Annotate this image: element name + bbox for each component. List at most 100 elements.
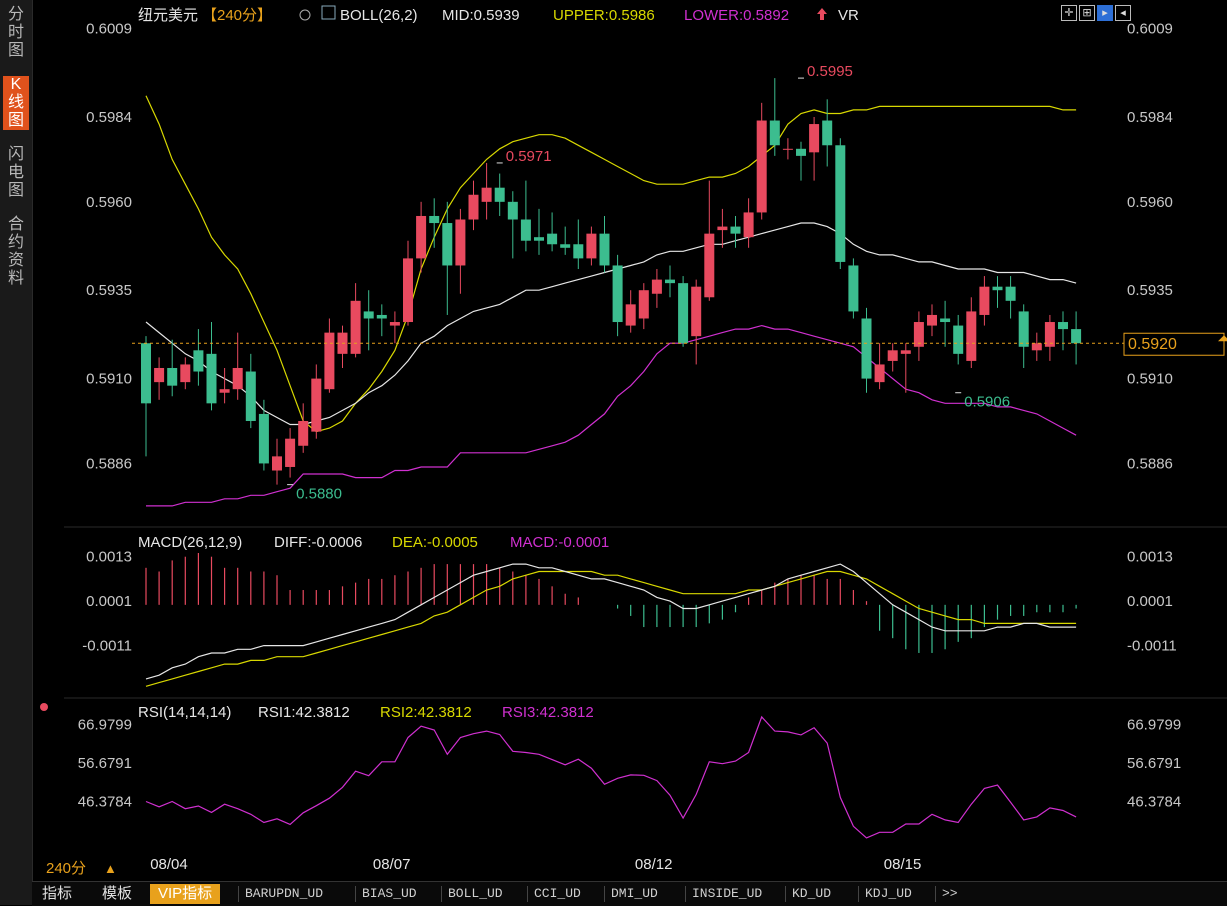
candle-up <box>389 322 400 326</box>
period-label: 【240分】 <box>202 7 272 24</box>
annotation-label: 0.5906 <box>964 394 1010 411</box>
candle-down <box>376 314 387 319</box>
candle-down <box>612 265 623 323</box>
candle-down <box>1018 311 1029 347</box>
candle-up <box>455 219 466 266</box>
candle-down <box>494 187 505 202</box>
candle-down <box>167 367 178 386</box>
bottom-tab-4[interactable]: BIAS_UD <box>362 884 417 904</box>
macd-title: MACD(26,12,9) <box>138 534 242 551</box>
candle-down <box>769 120 780 146</box>
bottom-tab-5[interactable]: BOLL_UD <box>448 884 503 904</box>
candle-down <box>796 148 806 156</box>
y-tick-label-left: 0.5910 <box>86 371 132 388</box>
period-button: 240分 <box>46 860 86 877</box>
candle-up <box>756 120 767 213</box>
rsi3-value: RSI3:42.3812 <box>502 704 594 721</box>
zoom-in-icon[interactable]: ▸ <box>1097 5 1113 21</box>
left-tab-2[interactable]: 闪电图 <box>3 146 29 200</box>
left-tab-0[interactable]: 分时图 <box>3 6 29 60</box>
zoom-out-icon[interactable]: ◂ <box>1115 5 1131 21</box>
bottom-tab-2[interactable]: VIP指标 <box>150 884 221 904</box>
symbol-title: 纽元美元 <box>138 7 198 24</box>
kline-chart[interactable]: 0.6009 0.6009 0.5984 0.5984 0.5960 0.5960 0.59… <box>32 0 1227 878</box>
tab-separator <box>441 886 442 902</box>
candle-down <box>258 413 269 464</box>
macd-diff-line <box>145 563 1077 680</box>
y-tick-label-right: 0.5935 <box>1127 282 1173 299</box>
macd-y-tick-left: -0.0011 <box>82 638 132 655</box>
macd-y-tick-right: -0.0011 <box>1127 638 1177 655</box>
indicator-tab-bar: 指标 模板 VIP指标 BARUPDN_UD BIAS_UD BOLL_UD CCI_UD D… <box>32 881 1227 906</box>
candle-down <box>1058 322 1068 330</box>
indicator-icon[interactable] <box>321 5 336 20</box>
rsi-title: RSI(14,14,14) <box>138 704 231 721</box>
candle-up <box>704 233 715 298</box>
rsi-y-tick-right: 56.6791 <box>1127 755 1181 772</box>
candle-down <box>560 244 571 248</box>
candle-down <box>992 286 1003 291</box>
bottom-tab-9[interactable]: KD_UD <box>792 884 831 904</box>
candle-down <box>1005 286 1016 301</box>
candle-up <box>468 194 479 220</box>
boll-label: BOLL(26,2) <box>340 7 418 24</box>
rsi3-line <box>145 715 1077 839</box>
bottom-tab-3[interactable]: BARUPDN_UD <box>245 884 323 904</box>
candle-down <box>520 219 531 241</box>
candle-up <box>979 286 990 315</box>
tab-separator <box>685 886 686 902</box>
tab-separator <box>858 886 859 902</box>
bottom-tab-11[interactable]: >> <box>942 884 958 904</box>
rsi-settings-icon[interactable] <box>40 703 48 711</box>
period-up-arrow-icon: ▲ <box>104 861 117 876</box>
candle-up <box>900 350 911 354</box>
candle-down <box>1071 329 1082 344</box>
candle-up <box>625 304 636 326</box>
candle-down <box>861 318 872 379</box>
candle-down <box>534 237 544 241</box>
candle-up <box>691 286 702 337</box>
bottom-tab-0[interactable]: 指标 <box>42 884 72 904</box>
y-tick-label-right: 0.5960 <box>1127 194 1173 211</box>
vr-label: VR <box>838 7 859 24</box>
candle-down <box>141 343 151 404</box>
candle-up <box>966 311 977 361</box>
y-tick-label-right: 0.5910 <box>1127 371 1173 388</box>
settings-circle-icon[interactable] <box>299 9 311 21</box>
candle-down <box>573 244 584 259</box>
bottom-tab-6[interactable]: CCI_UD <box>534 884 581 904</box>
macd-y-tick-right: 0.0001 <box>1127 593 1173 610</box>
rsi-y-tick-left: 56.6791 <box>78 755 132 772</box>
macd-value: MACD:-0.0001 <box>510 534 609 551</box>
bottom-tab-7[interactable]: DMI_UD <box>611 884 658 904</box>
boll-upper-value: UPPER:0.5986 <box>553 7 655 24</box>
y-tick-label-left: 0.5960 <box>86 194 132 211</box>
candle-up <box>311 378 322 432</box>
tab-separator <box>355 886 356 902</box>
y-tick-label-right: 0.5886 <box>1127 455 1173 472</box>
left-tab-bar: 分时图 K线图闪电图合约资料 <box>0 0 33 905</box>
candle-up <box>180 364 191 383</box>
bottom-tab-1[interactable]: 模板 <box>102 884 132 904</box>
left-tab-1[interactable]: K线图 <box>3 76 29 130</box>
tab-separator <box>935 886 936 902</box>
left-tab-3[interactable]: 合约资料 <box>3 216 29 288</box>
candle-down <box>599 233 610 266</box>
crosshair-icon[interactable]: ✛ <box>1061 5 1077 21</box>
candle-up <box>154 367 165 383</box>
y-tick-label-left: 0.5984 <box>86 109 132 126</box>
macd-y-tick-right: 0.0013 <box>1127 549 1173 566</box>
fit-icon[interactable]: ⊞ <box>1079 5 1095 21</box>
candle-up <box>350 300 361 354</box>
bottom-tab-8[interactable]: INSIDE_UD <box>692 884 762 904</box>
y-tick-label-left: 0.5935 <box>86 282 132 299</box>
candle-down <box>193 350 204 372</box>
candle-up <box>638 290 649 319</box>
boll-lower-line <box>146 324 1077 507</box>
candle-down <box>363 311 374 319</box>
current-price-label: 0.5920 <box>1128 336 1177 353</box>
bottom-tab-10[interactable]: KDJ_UD <box>865 884 912 904</box>
chart-area[interactable]: 0.6009 0.6009 0.5984 0.5984 0.5960 0.5960 0.59… <box>32 0 1227 878</box>
tab-separator <box>785 886 786 902</box>
candle-down <box>848 265 859 312</box>
